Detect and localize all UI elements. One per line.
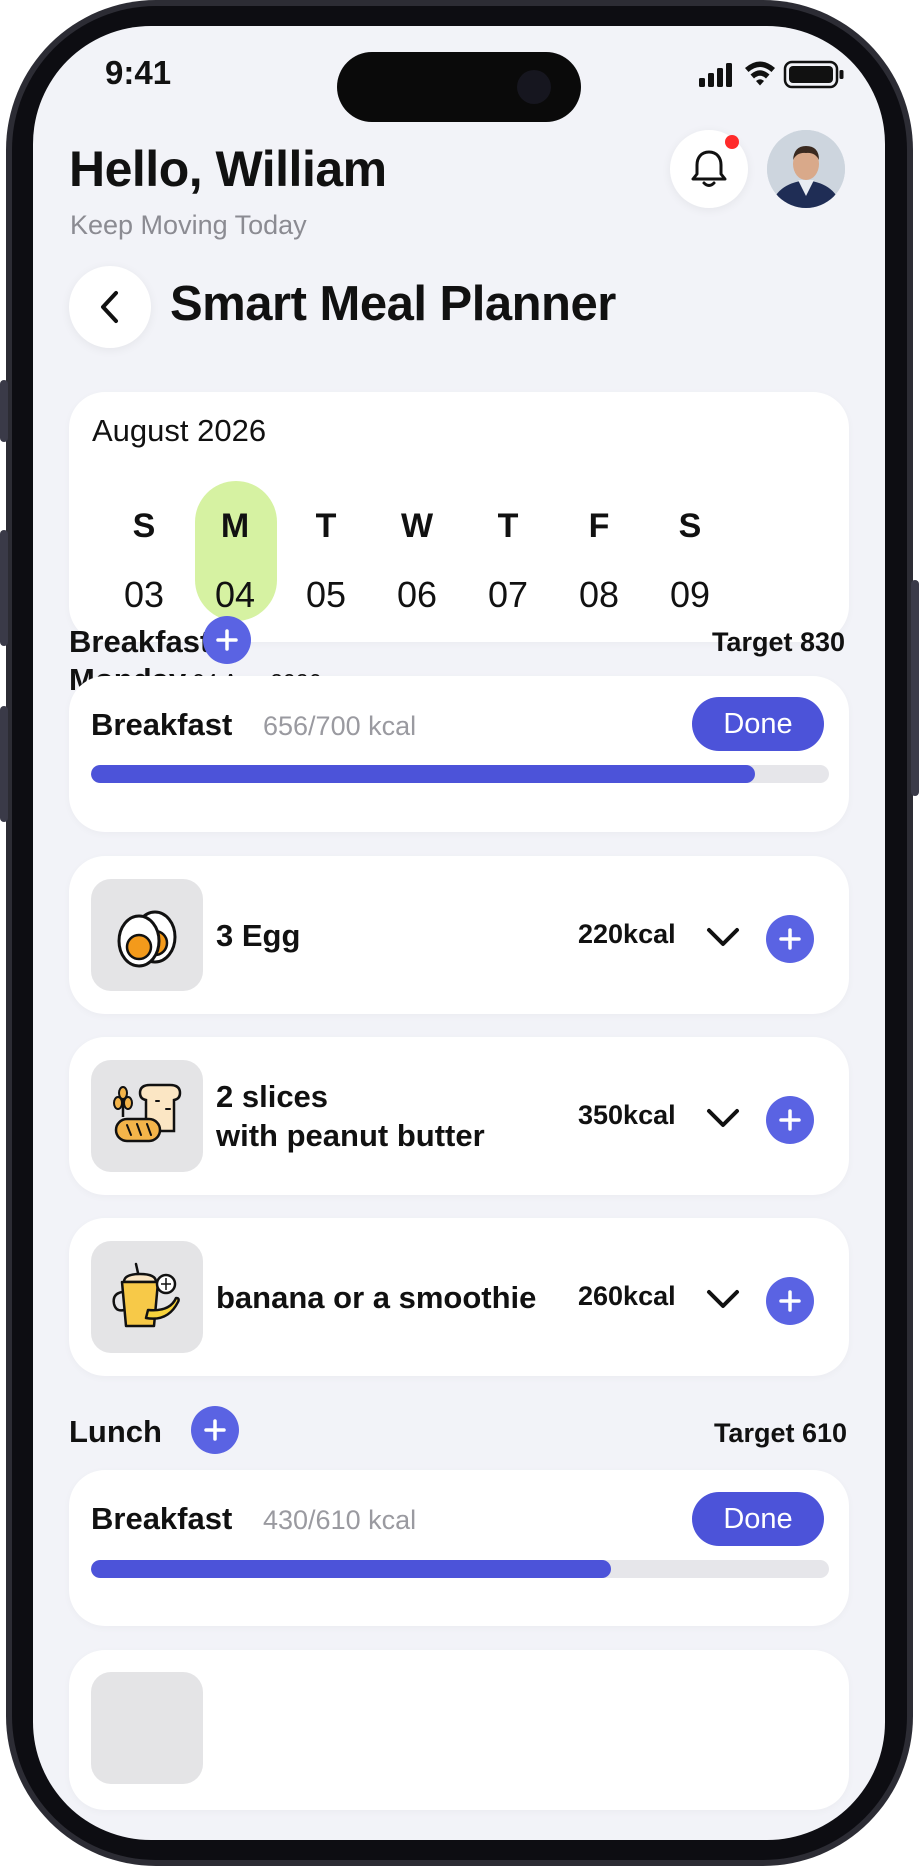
day-letter: T: [315, 507, 337, 545]
calendar-day[interactable]: S 09: [650, 504, 730, 616]
wifi-icon: [745, 61, 775, 86]
plus-icon: [779, 928, 801, 950]
volume-down-button: [0, 706, 8, 822]
smoothie-icon: [112, 1262, 180, 1328]
day-number: 09: [669, 574, 711, 615]
plus-icon: [216, 629, 238, 651]
calendar-day[interactable]: S 03: [104, 504, 184, 616]
page-title: Smart Meal Planner: [170, 277, 616, 331]
food-thumbnail: [91, 1241, 203, 1353]
food-name: 3 Egg: [216, 918, 301, 953]
lunch-progress-bar: [91, 1560, 829, 1578]
food-kcal: 350kcal: [578, 1100, 676, 1130]
day-letter: F: [588, 507, 610, 545]
food-thumbnail: [91, 1060, 203, 1172]
power-button: [911, 580, 919, 796]
battery-icon: [783, 60, 844, 89]
user-avatar[interactable]: [767, 130, 845, 208]
greeting-subtitle: Keep Moving Today: [70, 210, 307, 240]
lunch-target: Target 610: [713, 1418, 847, 1448]
calendar-day[interactable]: W 06: [377, 504, 457, 616]
lunch-section-title: Lunch: [69, 1414, 162, 1449]
day-letter: W: [400, 507, 434, 545]
cellular-signal-icon: [699, 63, 732, 87]
add-food-button[interactable]: [766, 1096, 814, 1144]
plus-icon: [779, 1290, 801, 1312]
day-letter: M: [220, 507, 250, 545]
day-number: 05: [305, 574, 347, 615]
chevron-down-icon[interactable]: [705, 1106, 741, 1130]
breakfast-done-button[interactable]: Done: [692, 697, 824, 751]
calendar-day[interactable]: M 04: [195, 504, 275, 616]
avatar-image: [767, 130, 845, 208]
breakfast-progress-bar: [91, 765, 829, 783]
food-name: banana or a smoothie: [216, 1280, 537, 1315]
lunch-done-button[interactable]: Done: [692, 1492, 824, 1546]
greeting-title: Hello, William: [69, 141, 387, 197]
food-thumbnail: [91, 879, 203, 991]
notifications-button[interactable]: [670, 130, 748, 208]
day-letter: T: [497, 507, 519, 545]
add-food-button[interactable]: [766, 1277, 814, 1325]
notification-badge: [725, 135, 739, 149]
chevron-left-icon: [101, 291, 118, 323]
food-kcal: 220kcal: [578, 919, 676, 949]
breakfast-target: Target 830: [711, 627, 845, 657]
food-kcal: 260kcal: [578, 1281, 676, 1311]
breakfast-section-title: Breakfast: [69, 624, 211, 659]
day-number: 04: [214, 574, 256, 615]
calendar-day[interactable]: T 07: [468, 504, 548, 616]
chevron-down-icon[interactable]: [705, 925, 741, 949]
plus-icon: [779, 1109, 801, 1131]
day-number: 03: [123, 574, 165, 615]
day-letter: S: [132, 507, 156, 545]
chevron-down-icon[interactable]: [705, 1287, 741, 1311]
volume-up-button: [0, 530, 8, 646]
food-name-line: 2 slices: [216, 1079, 329, 1114]
mute-switch: [0, 380, 8, 442]
add-breakfast-button[interactable]: [203, 616, 251, 664]
bell-icon: [691, 150, 727, 187]
day-number: 06: [396, 574, 438, 615]
day-number: 07: [487, 574, 529, 615]
day-number: 08: [578, 574, 620, 615]
app-screen: 9:41 Hello, William Keep Moving Today Sm…: [33, 26, 885, 1840]
egg-icon: [117, 910, 177, 968]
progress-card-kcal: 430/610 kcal: [263, 1505, 417, 1535]
add-food-button[interactable]: [766, 915, 814, 963]
add-lunch-button[interactable]: [191, 1406, 239, 1454]
lunch-progress-fill: [91, 1560, 612, 1578]
breakfast-progress-fill: [91, 765, 756, 783]
food-thumbnail: [91, 1672, 203, 1784]
progress-card-title: Breakfast: [91, 1501, 233, 1536]
calendar-day[interactable]: F 08: [559, 504, 639, 616]
calendar-month: August 2026: [92, 413, 267, 448]
progress-card-kcal: 656/700 kcal: [263, 711, 417, 741]
back-button[interactable]: [69, 266, 151, 348]
status-time: 9:41: [105, 54, 172, 91]
plus-icon: [204, 1419, 226, 1441]
progress-card-title: Breakfast: [91, 707, 233, 742]
front-camera: [517, 70, 551, 104]
food-name-line: with peanut butter: [216, 1118, 485, 1153]
calendar-day[interactable]: T 05: [286, 504, 366, 616]
status-icons: [699, 60, 844, 89]
day-letter: S: [678, 507, 702, 545]
food-name: 2 slices with peanut butter: [216, 1077, 485, 1155]
bread-icon: [113, 1083, 182, 1143]
